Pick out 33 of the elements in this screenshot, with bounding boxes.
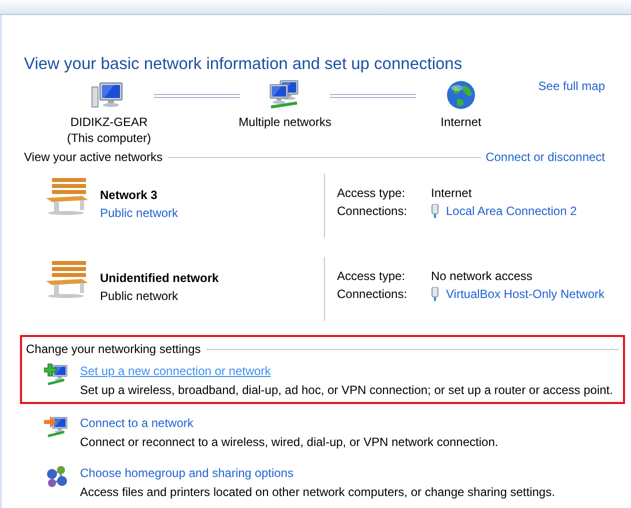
node-label: Multiple networks [238,114,332,130]
task-description: Connect or reconnect to a wireless, wired, dial-up, or VPN network connection. [80,434,498,451]
task-link[interactable]: Connect to a network [80,414,498,433]
section-heading: View your active networks [24,149,163,166]
field-label: Connections: [337,203,408,220]
connection-link[interactable]: Local Area Connection 2 [446,202,577,220]
node-label: Internet [440,114,482,130]
network-category: Public network [100,288,180,305]
network-name: Unidentified network [100,270,219,287]
add-network-icon [44,362,70,388]
connection-link[interactable]: VirtualBox Host-Only Network [446,285,604,303]
field-label: Connections: [337,286,408,303]
task-link[interactable]: Choose homegroup and sharing options [80,464,555,483]
field-label: Access type: [337,268,406,285]
access-type-value: Internet [431,185,473,202]
connect-disconnect-link[interactable]: Connect or disconnect [486,148,605,166]
see-full-map-link[interactable]: See full map [538,77,605,95]
adapter-icon [431,287,439,301]
connect-network-icon [44,414,70,440]
node-sublabel: (This computer) [66,130,152,146]
network-name: Network 3 [100,187,158,204]
node-label: DIDIKZ-GEAR [70,114,148,130]
field-label: Access type: [337,185,406,202]
globe-icon [445,79,477,111]
network-category-link[interactable]: Public network [100,204,178,222]
homegroup-icon [44,464,70,490]
section-heading: Change your networking settings [26,341,201,358]
task-description: Set up a wireless, broadband, dial-up, ad hoc, or VPN connection; or set up a router or access point. [80,382,613,399]
adapter-icon [431,204,439,218]
access-type-value: No network access [431,268,534,285]
task-link[interactable]: Set up a new connection or network [80,362,613,381]
task-description: Access files and printers located on other network computers, or change sharing settings. [80,484,555,501]
page-title: View your basic network information and set up connections [24,54,464,75]
